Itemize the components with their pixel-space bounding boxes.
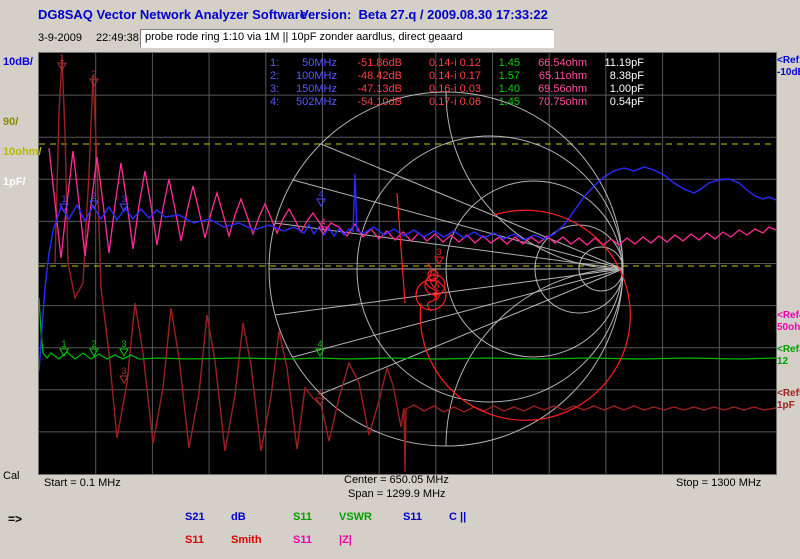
legend-s11-c-format: C ||: [449, 511, 466, 523]
plot-marker-3[interactable]: [120, 349, 128, 356]
legend-s11-smith-param: S11: [185, 534, 231, 546]
plot-marker-label: 1: [61, 339, 66, 349]
marker-db: -51.86dB: [344, 57, 402, 70]
plot-marker-label: 1: [431, 271, 436, 281]
center-freq-label: Center = 650.05 MHz: [344, 474, 449, 486]
ref4-name: <Ref4: [777, 310, 800, 322]
plot-marker-label: 3: [436, 247, 441, 257]
plot-marker-label: 4: [318, 189, 323, 199]
marker-table-row: 2: 100MHz -48.42dB 0.14-i 0.17 1.57 65.1…: [270, 70, 644, 83]
legend-s11-smith-format: Smith: [231, 534, 262, 546]
marker-z: 70.75ohm: [527, 96, 587, 109]
plot-marker-label: 1: [59, 53, 64, 63]
ref4-value: 50ohm: [777, 322, 800, 334]
legend-s11-z-format: |Z|: [339, 534, 352, 546]
marker-vswr: 1.57: [488, 70, 520, 83]
marker-z: 66.54ohm: [527, 57, 587, 70]
marker-num: 3:: [270, 83, 284, 96]
status-prompt: =>: [8, 512, 22, 526]
start-freq-label: Start = 0.1 MHz: [44, 477, 121, 489]
marker-z: 65.11ohm: [527, 70, 587, 83]
marker-c: 11.19pF: [594, 57, 644, 70]
legend-s11-z[interactable]: S11|Z|: [293, 534, 352, 546]
marker-freq: 150MHz: [291, 83, 337, 96]
plot-marker-label: 2: [91, 339, 96, 349]
legend-s11-c-param: S11: [403, 511, 449, 523]
plot-marker-label: 3: [121, 194, 126, 204]
legend-s21-db-format: dB: [231, 511, 246, 523]
comment-field[interactable]: probe rode ring 1:10 via 1M || 10pF zond…: [140, 29, 554, 48]
ref3-label[interactable]: <Ref3 12: [777, 344, 800, 368]
marker-complex: 0.14-i 0.17: [409, 70, 481, 83]
marker-table: 1: 50MHz -51.86dB 0.14-i 0.12 1.45 66.54…: [270, 57, 644, 109]
scale-label-db[interactable]: 10dB/: [3, 56, 33, 68]
marker-db: -54.10dB: [344, 96, 402, 109]
legend-s11-z-param: S11: [293, 534, 339, 546]
marker-db: -48.42dB: [344, 70, 402, 83]
ref5-value: 1pF: [777, 400, 800, 412]
ref3-name: <Ref3: [777, 344, 800, 356]
plot-marker-label: 3: [121, 366, 126, 376]
plot-marker-label: 4: [320, 217, 325, 227]
marker-table-row: 3: 150MHz -47.13dB 0.16-i 0.03 1.40 69.5…: [270, 83, 644, 96]
plot-canvas[interactable]: 1 2 3 4 1 2 3 4 4 1 2 3 4 1 2 3: [39, 53, 776, 474]
marker-table-row: 4: 502MHz -54.10dB 0.17-i 0.06 1.45 70.7…: [270, 96, 644, 109]
marker-c: 0.54pF: [594, 96, 644, 109]
plot-area[interactable]: 1 2 3 4 1 2 3 4 4 1 2 3 4 1 2 3: [38, 52, 777, 475]
plot-marker-label: 3: [121, 339, 126, 349]
legend-s21-db[interactable]: S21dB: [185, 511, 246, 523]
marker-num: 4:: [270, 96, 284, 109]
plot-marker-label: 4: [317, 388, 322, 398]
time-label: 22:49:38: [96, 32, 139, 44]
ref3-value: 12: [777, 356, 800, 368]
plot-marker-label: 2: [91, 191, 96, 201]
ref5-name: <Ref5: [777, 388, 800, 400]
plot-marker-4[interactable]: [317, 199, 325, 206]
ref1-value: -10dB: [777, 67, 800, 79]
stop-freq-label: Stop = 1300 MHz: [676, 477, 761, 489]
legend-s11-vswr-format: VSWR: [339, 511, 372, 523]
marker-freq: 100MHz: [291, 70, 337, 83]
marker-complex: 0.14-i 0.12: [409, 57, 481, 70]
ref4-label[interactable]: <Ref4 50ohm: [777, 310, 800, 334]
app-title: DG8SAQ Vector Network Analyzer Software: [38, 7, 307, 22]
legend-s11-smith[interactable]: S11Smith: [185, 534, 262, 546]
marker-complex: 0.17-i 0.06: [409, 96, 481, 109]
marker-vswr: 1.40: [488, 83, 520, 96]
ref1-name: <Ref1: [777, 55, 800, 67]
legend-s11-vswr-param: S11: [293, 511, 339, 523]
marker-table-row: 1: 50MHz -51.86dB 0.14-i 0.12 1.45 66.54…: [270, 57, 644, 70]
marker-num: 2:: [270, 70, 284, 83]
plot-marker-label: 2: [434, 283, 439, 293]
marker-c: 1.00pF: [594, 83, 644, 96]
vnwa-window: DG8SAQ Vector Network Analyzer Software …: [0, 0, 800, 559]
plot-marker-label: 1: [61, 194, 66, 204]
marker-db: -47.13dB: [344, 83, 402, 96]
cal-label: Cal: [3, 470, 20, 482]
scale-label-pf[interactable]: 1pF/: [3, 176, 26, 188]
marker-vswr: 1.45: [488, 57, 520, 70]
date-label: 3-9-2009: [38, 32, 82, 44]
marker-freq: 502MHz: [291, 96, 337, 109]
app-version: Version: Beta 27.q / 2009.08.30 17:33:22: [300, 7, 548, 22]
marker-c: 8.38pF: [594, 70, 644, 83]
legend-s11-c[interactable]: S11C ||: [403, 511, 466, 523]
legend-s11-vswr[interactable]: S11VSWR: [293, 511, 372, 523]
marker-vswr: 1.45: [488, 96, 520, 109]
trace-s11-c: [55, 57, 776, 472]
marker-complex: 0.16-i 0.03: [409, 83, 481, 96]
marker-num: 1:: [270, 57, 284, 70]
plot-marker-label: 2: [91, 69, 96, 79]
ref1-label[interactable]: <Ref1 -10dB: [777, 55, 800, 79]
plot-marker-label: 4: [317, 339, 322, 349]
scale-label-ohm[interactable]: 10ohm/: [3, 146, 42, 158]
span-freq-label: Span = 1299.9 MHz: [348, 488, 446, 500]
scale-label-phase[interactable]: 90/: [3, 116, 18, 128]
legend-s21-db-param: S21: [185, 511, 231, 523]
marker-freq: 50MHz: [291, 57, 337, 70]
ref5-label[interactable]: <Ref5 1pF: [777, 388, 800, 412]
marker-z: 69.56ohm: [527, 83, 587, 96]
trace-s11-vswr: [39, 298, 776, 359]
